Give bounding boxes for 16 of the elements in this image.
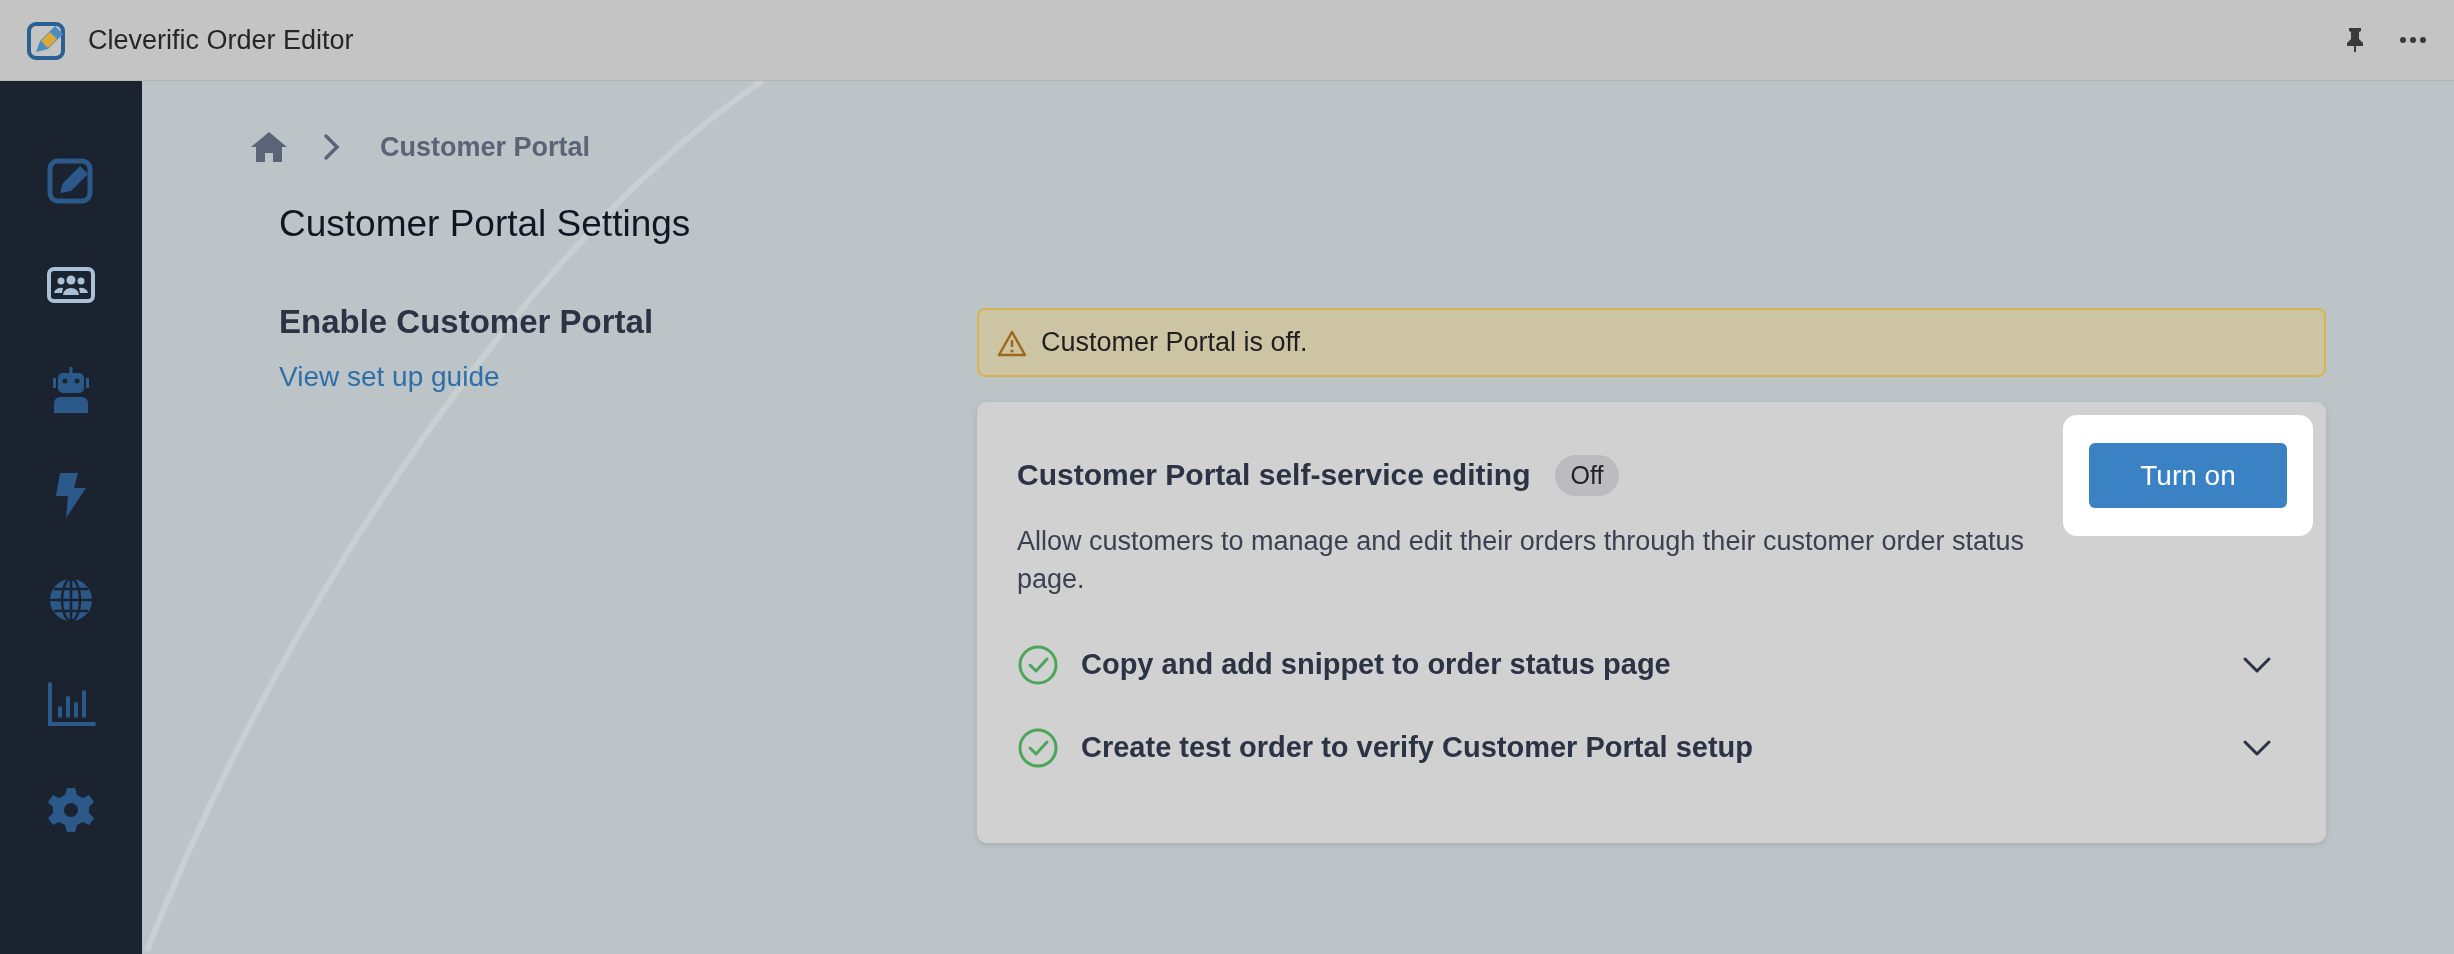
breadcrumb-current: Customer Portal [380, 131, 591, 163]
window-title: Cleverific Order Editor [88, 24, 355, 56]
app-logo-icon [26, 19, 68, 61]
setup-guide-link[interactable]: View set up guide [279, 361, 500, 393]
section-heading: Enable Customer Portal [279, 303, 655, 341]
feature-title: Customer Portal self-service editing [1017, 458, 1531, 492]
turn-on-button[interactable]: Turn on [2089, 443, 2287, 508]
step-label: Create test order to verify Customer Portal setup [1081, 731, 1754, 764]
alert-message: Customer Portal is off. [1041, 327, 1308, 358]
home-button[interactable] [250, 130, 288, 164]
feature-description: Allow customers to manage and edit their orders through their customer order status page. [1017, 525, 2025, 596]
step-label: Copy and add snippet to order status page [1081, 648, 1672, 681]
chevron-right-icon [322, 133, 342, 161]
warning-icon [997, 328, 1027, 357]
status-badge: Off [1554, 454, 1620, 496]
page-title: Customer Portal Settings [279, 203, 692, 245]
